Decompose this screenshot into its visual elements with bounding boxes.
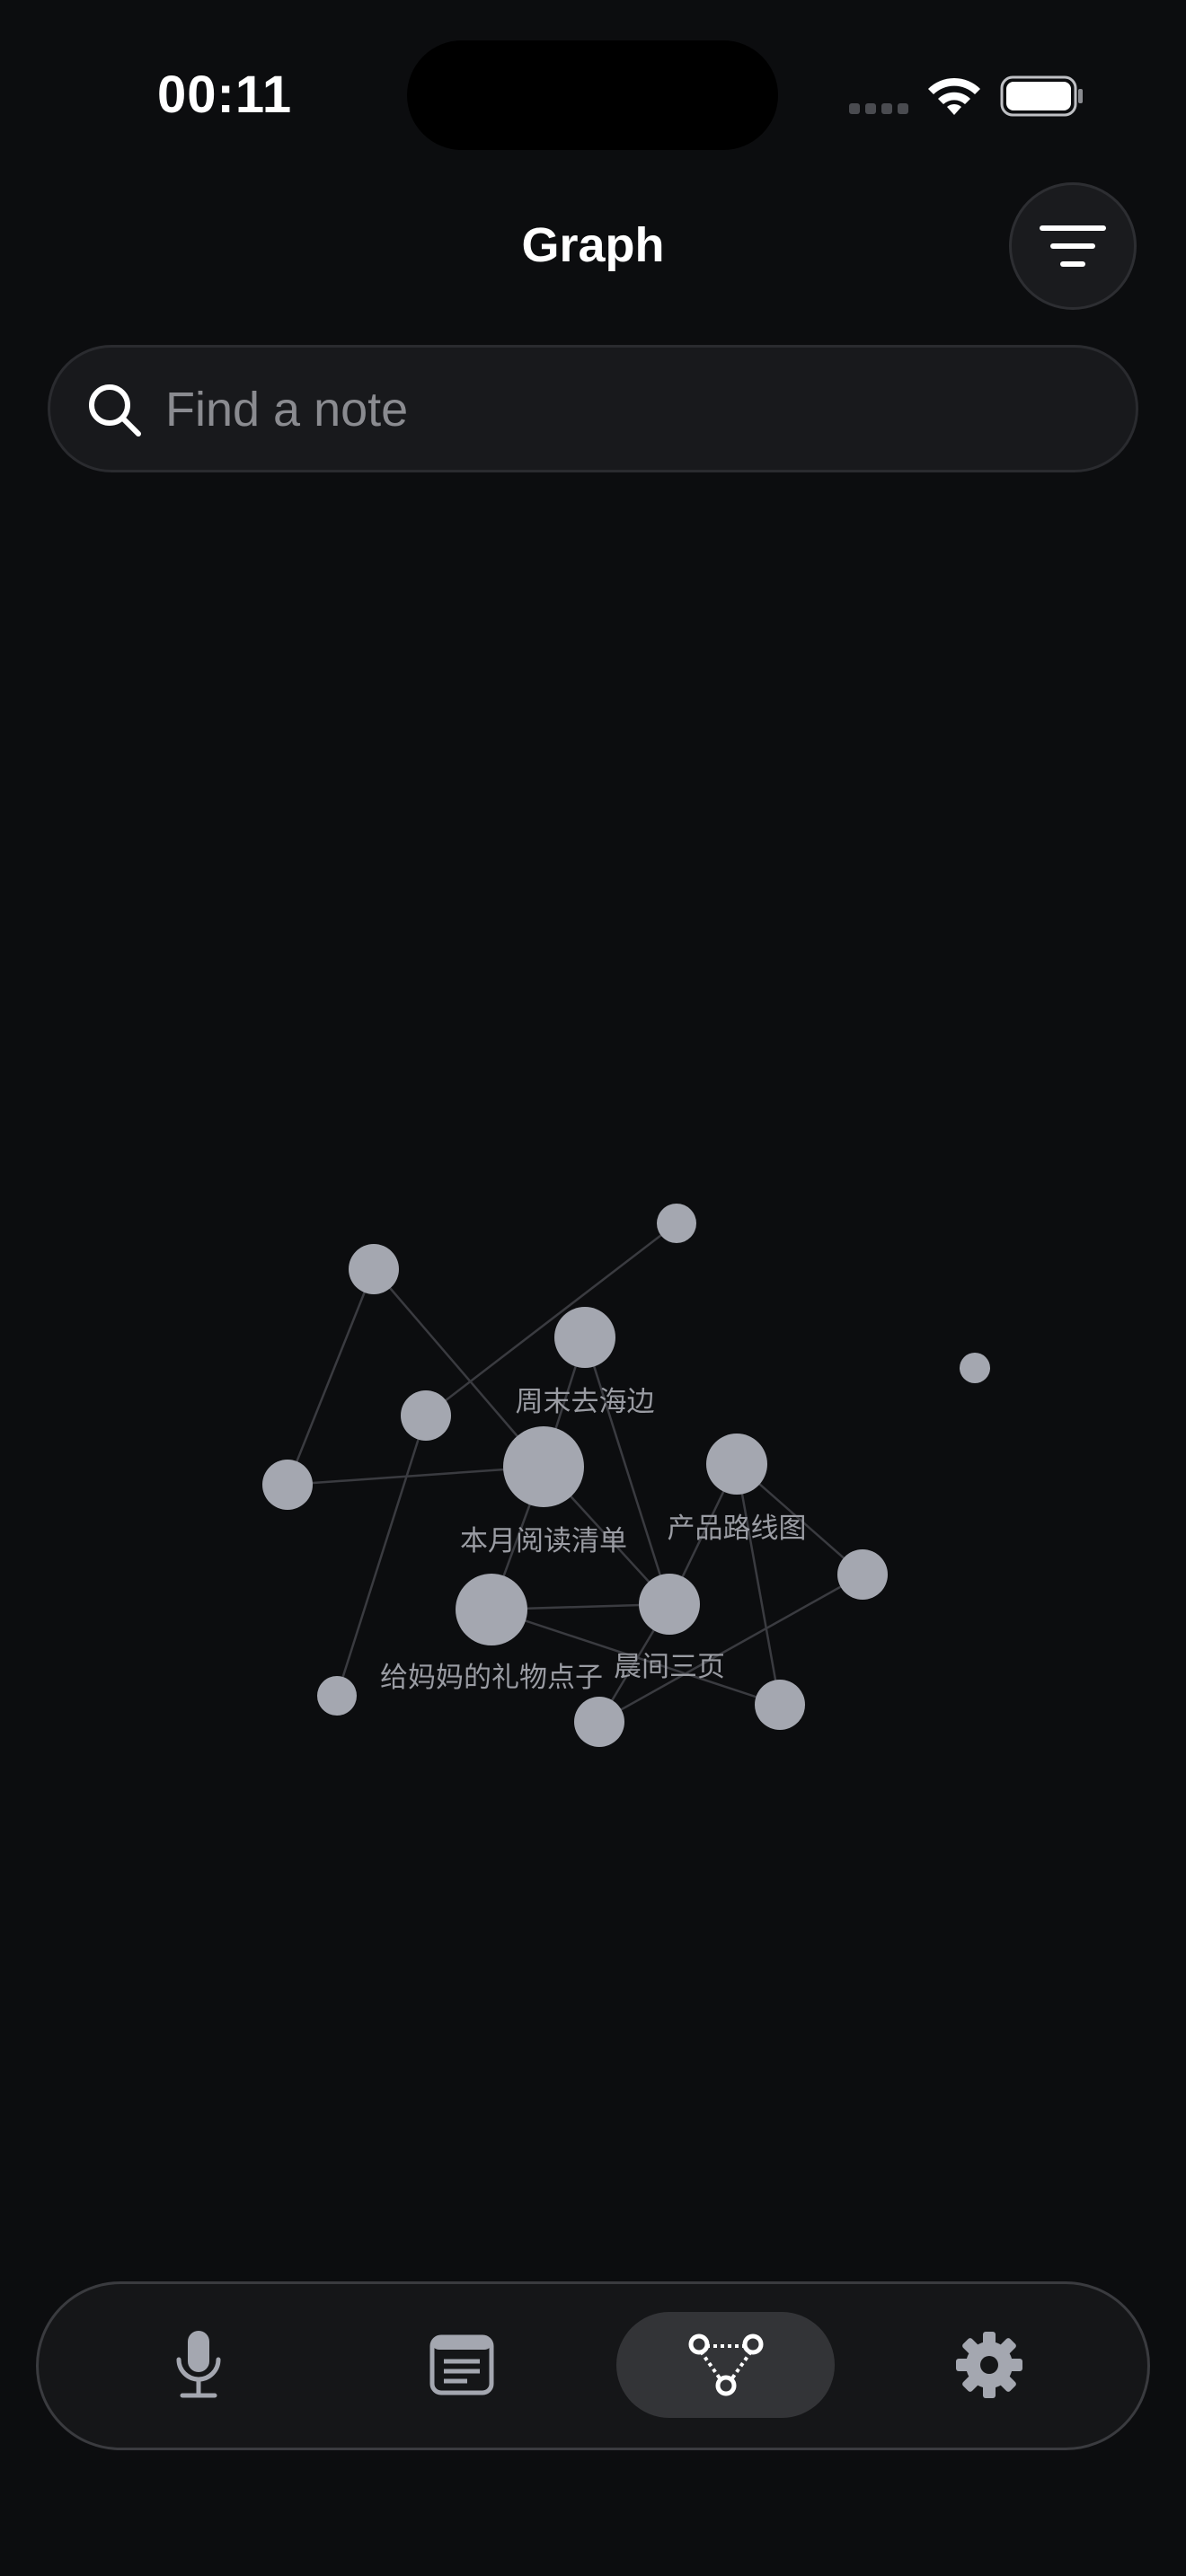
graph-node[interactable] bbox=[657, 1204, 696, 1243]
graph-node[interactable] bbox=[401, 1390, 451, 1441]
graph-node-reading[interactable] bbox=[503, 1426, 584, 1507]
graph-edge bbox=[598, 1573, 863, 1724]
graph-node[interactable] bbox=[349, 1244, 399, 1294]
graph-node[interactable] bbox=[574, 1697, 624, 1747]
graph-label-reading: 本月阅读清单 bbox=[460, 1525, 627, 1557]
graph-label-morning: 晨间三页 bbox=[614, 1651, 725, 1683]
graph-node[interactable] bbox=[317, 1676, 357, 1716]
tab-record[interactable] bbox=[89, 2312, 307, 2418]
graph-edge bbox=[286, 1268, 376, 1486]
graph-label-gift: 给妈妈的礼物点子 bbox=[380, 1662, 603, 1694]
graph-node[interactable] bbox=[755, 1680, 805, 1730]
document-icon bbox=[429, 2334, 493, 2395]
tab-bar bbox=[36, 2281, 1150, 2450]
note-graph[interactable]: 周末去海边 产品路线图 本月阅读清单 晨间三页 给妈妈的礼物点子 bbox=[0, 0, 1186, 2576]
graph-node-roadmap[interactable] bbox=[706, 1434, 767, 1495]
graph-node[interactable] bbox=[554, 1307, 615, 1368]
tab-notes[interactable] bbox=[352, 2312, 571, 2418]
graph-label-roadmap: 产品路线图 bbox=[668, 1513, 807, 1545]
graph-node[interactable] bbox=[262, 1460, 313, 1510]
graph-label-beach: 周末去海边 bbox=[516, 1386, 655, 1418]
tab-graph[interactable] bbox=[616, 2312, 835, 2418]
microphone-icon bbox=[176, 2331, 220, 2398]
graph-edge bbox=[735, 1463, 782, 1706]
graph-node[interactable] bbox=[960, 1353, 990, 1383]
gear-icon bbox=[955, 2332, 1022, 2398]
graph-edge bbox=[335, 1415, 428, 1697]
graph-node-morning[interactable] bbox=[639, 1574, 700, 1635]
graph-nodes-icon bbox=[688, 2333, 763, 2396]
graph-node[interactable] bbox=[837, 1549, 888, 1600]
graph-node-gift[interactable] bbox=[456, 1574, 527, 1645]
graph-edge bbox=[583, 1337, 671, 1605]
tab-settings[interactable] bbox=[880, 2312, 1098, 2418]
